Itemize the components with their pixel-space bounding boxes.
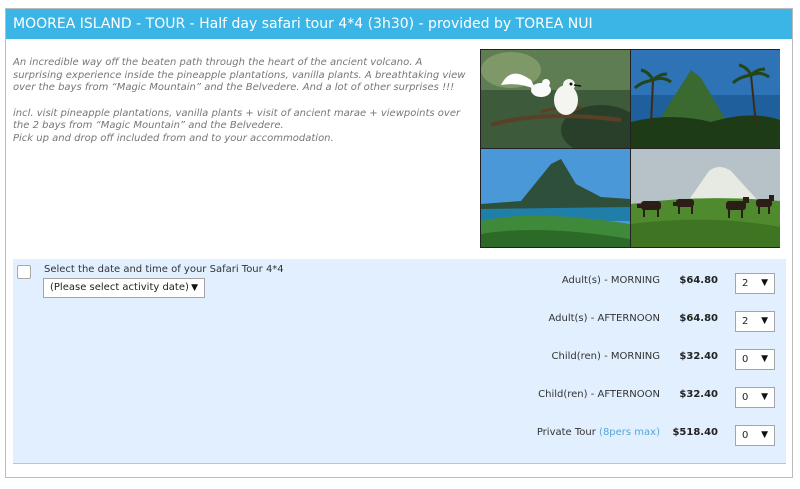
qty-select-child-afternoon[interactable]: 0 ▼: [735, 387, 775, 408]
rate-price-private-tour: $518.40: [672, 427, 718, 438]
rate-price-adult-morning: $64.80: [679, 275, 718, 286]
rate-price-child-afternoon: $32.40: [679, 389, 718, 400]
qty-value: 0: [742, 354, 749, 365]
rate-price-adult-afternoon: $64.80: [679, 313, 718, 324]
white-terns-photo: [481, 50, 630, 148]
photo-grid: [480, 49, 780, 248]
qty-select-adult-afternoon[interactable]: 2 ▼: [735, 311, 775, 332]
private-tour-note: (8pers max): [599, 427, 660, 438]
rate-label-child-afternoon: Child(ren) - AFTERNOON: [538, 389, 660, 400]
horses-photo: [631, 149, 780, 247]
rate-price-child-morning: $32.40: [679, 351, 718, 362]
tour-panel: MOOREA ISLAND - TOUR - Half day safari t…: [5, 8, 793, 478]
booking-section: Select the date and time of your Safari …: [13, 259, 786, 464]
qty-value: 0: [742, 392, 749, 403]
date-time-label: Select the date and time of your Safari …: [44, 264, 284, 275]
dropdown-arrow-icon: ▼: [761, 316, 768, 326]
qty-select-adult-morning[interactable]: 2 ▼: [735, 273, 775, 294]
dropdown-arrow-icon: ▼: [761, 354, 768, 364]
description-intro: An incredible way off the beaten path th…: [13, 57, 466, 93]
qty-value: 2: [742, 316, 749, 327]
tour-description: An incredible way off the beaten path th…: [13, 57, 475, 145]
dropdown-arrow-icon: ▼: [761, 278, 768, 288]
dropdown-arrow-icon: ▼: [761, 392, 768, 402]
rate-label-adult-morning: Adult(s) - MORNING: [561, 275, 660, 286]
tour-title: MOOREA ISLAND - TOUR - Half day safari t…: [6, 9, 792, 39]
activity-date-select[interactable]: (Please select activity date) ▼: [43, 278, 205, 298]
select-tour-checkbox[interactable]: [17, 265, 31, 279]
lagoon-mountain-photo: [481, 149, 630, 247]
description-includes: incl. visit pineapple plantations, vanil…: [13, 107, 461, 132]
dropdown-arrow-icon: ▼: [191, 283, 198, 293]
rate-label-private-tour: Private Tour (8pers max): [536, 427, 660, 438]
date-select-value: (Please select activity date): [50, 282, 189, 293]
qty-value: 0: [742, 430, 749, 441]
description-pickup: Pick up and drop off included from and t…: [13, 132, 334, 144]
qty-select-private-tour[interactable]: 0 ▼: [735, 425, 775, 446]
qty-select-child-morning[interactable]: 0 ▼: [735, 349, 775, 370]
dropdown-arrow-icon: ▼: [761, 430, 768, 440]
rate-label-child-morning: Child(ren) - MORNING: [551, 351, 660, 362]
palm-peak-photo: [631, 50, 780, 148]
qty-value: 2: [742, 278, 749, 289]
rate-label-adult-afternoon: Adult(s) - AFTERNOON: [548, 313, 660, 324]
